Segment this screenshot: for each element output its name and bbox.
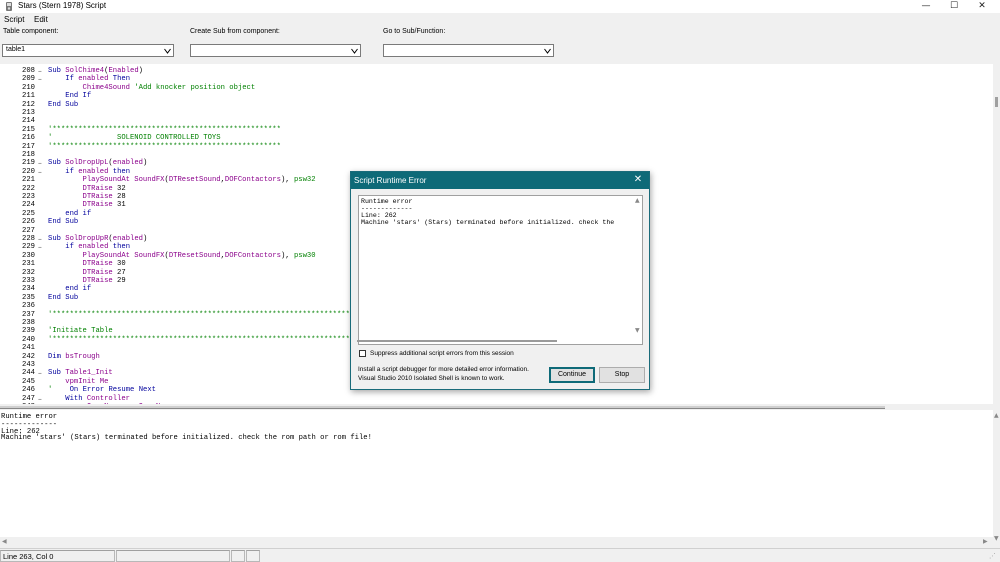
create-sub-label: Create Sub from component: <box>190 28 280 35</box>
fold-toggle-icon[interactable]: − <box>38 395 46 404</box>
dialog-horizontal-scroll-thumb[interactable] <box>357 340 557 342</box>
error-details-textbox[interactable]: Runtime error ------------- Line: 262 Ma… <box>358 195 643 345</box>
table-component-label: Table component: <box>3 28 59 35</box>
scroll-down-icon[interactable]: ▼ <box>994 535 999 542</box>
output-line: Machine 'stars' (Stars) terminated befor… <box>1 434 372 442</box>
dialog-title: Script Runtime Error <box>354 176 427 185</box>
debugger-info-text: Install a script debugger for more detai… <box>358 366 529 383</box>
editor-vertical-scrollbar[interactable] <box>993 64 1000 404</box>
scroll-up-icon[interactable]: ▲ <box>994 412 999 419</box>
debugger-info-line: Install a script debugger for more detai… <box>358 366 529 373</box>
dialog-close-button[interactable]: ✕ <box>632 174 644 186</box>
window-title: Stars (Stern 1978) Script <box>18 1 107 10</box>
dialog-titlebar[interactable]: Script Runtime Error ✕ <box>351 172 649 189</box>
code-text: '***************************************… <box>48 142 281 151</box>
chevron-down-icon <box>164 48 171 54</box>
code-text: .GameName = cGameName <box>48 403 174 404</box>
status-panel <box>246 550 260 562</box>
code-text: Dim bsTrough <box>48 352 100 361</box>
dialog-vertical-scrollbar[interactable]: ▲ ▼ <box>634 196 642 344</box>
menu-script[interactable]: Script <box>4 15 24 24</box>
status-panel-position: Line 263, Col 0 <box>0 550 115 562</box>
goto-sub-select[interactable] <box>383 44 554 57</box>
status-panel <box>116 550 230 562</box>
debugger-info-line: Visual Studio 2010 Isolated Shell is kno… <box>358 374 505 382</box>
code-text: '***************************************… <box>48 310 385 319</box>
fold-toggle-icon[interactable]: − <box>38 243 46 252</box>
error-line: Machine 'stars' (Stars) terminated befor… <box>361 219 615 226</box>
table-component-value: table1 <box>6 46 26 53</box>
fold-toggle-icon[interactable]: − <box>38 168 46 177</box>
fold-toggle-icon[interactable]: − <box>38 75 46 84</box>
code-text: End Sub <box>48 293 79 302</box>
scroll-left-icon[interactable]: ◀ <box>2 538 7 545</box>
table-component-select[interactable]: table1 <box>2 44 174 57</box>
pane-splitter-line <box>0 408 885 409</box>
code-text: '***************************************… <box>48 335 385 344</box>
continue-button[interactable]: Continue <box>549 367 595 383</box>
scroll-up-icon[interactable]: ▲ <box>635 197 640 204</box>
window-titlebar: Stars (Stern 1978) Script — ☐ ✕ <box>0 0 1000 13</box>
goto-sub-label: Go to Sub/Function: <box>383 28 446 35</box>
close-button[interactable]: ✕ <box>968 0 996 13</box>
maximize-button[interactable]: ☐ <box>940 0 968 13</box>
line-number: 248 <box>8 403 35 404</box>
script-runtime-error-dialog: Script Runtime Error ✕ Runtime error ---… <box>350 171 650 390</box>
menu-edit[interactable]: Edit <box>34 15 48 24</box>
resize-grip-icon[interactable]: ⋰ <box>989 552 996 560</box>
chevron-down-icon <box>351 48 358 54</box>
minimize-button[interactable]: — <box>912 0 940 13</box>
stop-button[interactable]: Stop <box>599 367 645 383</box>
pinball-app-icon <box>6 2 12 11</box>
status-panel <box>231 550 245 562</box>
output-pane[interactable]: Runtime error ------------- Line: 262 Ma… <box>0 410 993 545</box>
scroll-down-icon[interactable]: ▼ <box>635 327 640 334</box>
suppress-errors-checkbox[interactable] <box>359 350 366 357</box>
editor-scroll-thumb[interactable] <box>995 97 998 107</box>
create-sub-select[interactable] <box>190 44 361 57</box>
cursor-position: Line 263, Col 0 <box>3 552 54 561</box>
fold-toggle-icon[interactable]: − <box>38 369 46 378</box>
chevron-down-icon <box>544 48 551 54</box>
code-text: End Sub <box>48 100 79 109</box>
suppress-errors-label[interactable]: Suppress additional script errors from t… <box>370 350 514 357</box>
code-text: End Sub <box>48 218 79 227</box>
output-horizontal-scrollbar[interactable]: ◀ ▶ <box>0 537 993 546</box>
scroll-right-icon[interactable]: ▶ <box>983 538 988 545</box>
status-bar: Line 263, Col 0 ⋰ <box>0 548 1000 562</box>
output-vertical-scrollbar[interactable]: ▲ ▼ <box>993 410 1000 545</box>
